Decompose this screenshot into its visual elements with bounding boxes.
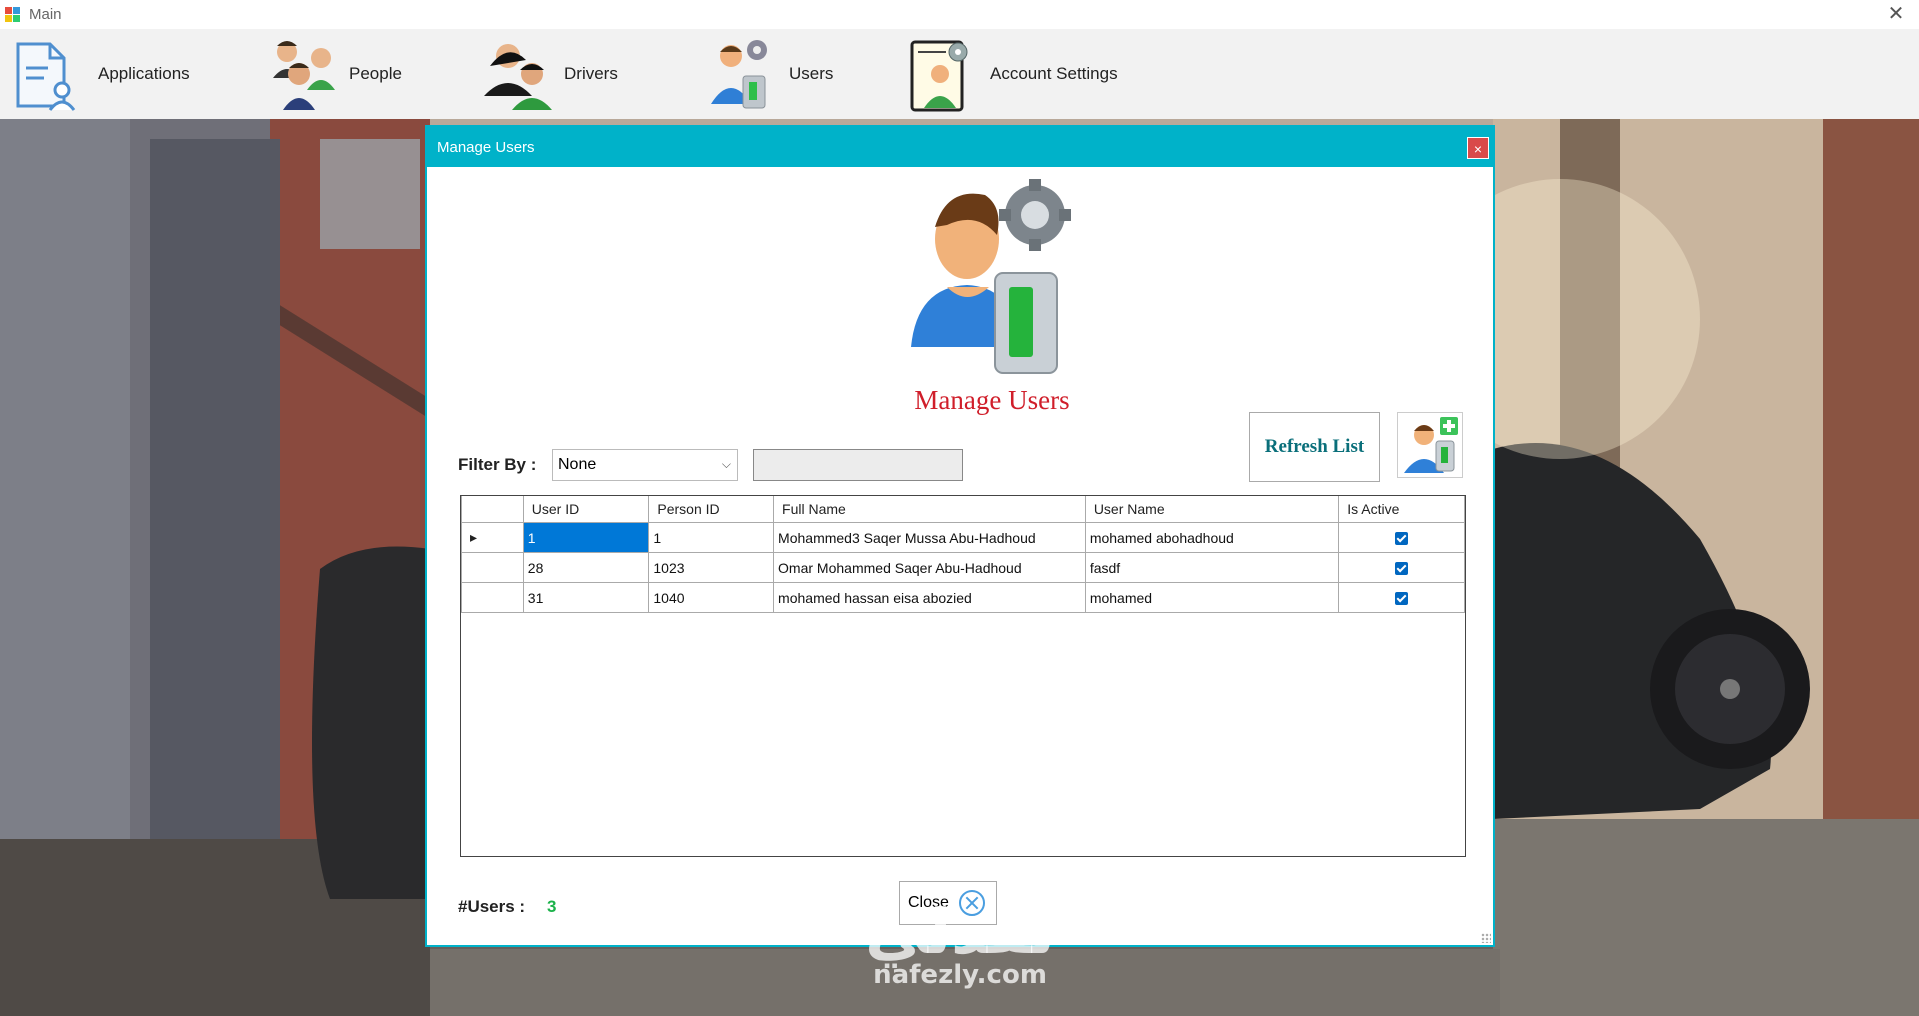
account-settings-icon [906, 34, 978, 114]
cell-person-id[interactable]: 1040 [648, 582, 775, 613]
cell-user-id[interactable]: 31 [522, 582, 650, 613]
row-header[interactable] [461, 582, 524, 613]
filter-label: Filter By : [458, 455, 537, 474]
table-row[interactable]: 31 1040 mohamed hassan eisa abozied moha… [461, 582, 1465, 613]
is-active-checkbox[interactable] [1395, 562, 1409, 576]
filter-by-select[interactable]: None ⌵ [552, 449, 738, 481]
is-active-checkbox[interactable] [1395, 592, 1409, 606]
cell-is-active[interactable] [1338, 582, 1465, 613]
users-grid[interactable]: User ID Person ID Full Name User Name Is… [460, 495, 1466, 857]
main-menubar: Applications People Drivers Users Accoun… [0, 29, 1919, 119]
is-active-checkbox[interactable] [1395, 532, 1409, 546]
menu-label-drivers: Drivers [564, 64, 618, 83]
menu-label-users: Users [789, 64, 834, 83]
window-title: Main [29, 6, 62, 23]
app-icon [5, 6, 21, 23]
cell-user-name[interactable]: mohamed abohadhoud [1084, 522, 1340, 553]
cell-full-name[interactable]: Omar Mohammed Saqer Abu-Hadhoud [773, 552, 1086, 583]
resize-grip-icon[interactable] [1481, 933, 1491, 943]
cell-user-id[interactable]: 28 [522, 552, 650, 583]
menu-label-people: People [349, 64, 402, 83]
row-header[interactable] [461, 552, 524, 583]
page-heading: Manage Users [914, 385, 1070, 415]
people-group-icon [265, 34, 337, 114]
cell-full-name[interactable]: mohamed hassan eisa abozied [773, 582, 1086, 613]
add-user-icon [1404, 417, 1458, 473]
column-header-full-name[interactable]: Full Name [773, 496, 1086, 523]
menu-label-account-settings: Account Settings [990, 64, 1118, 83]
dialog-titlebar: Manage Users [427, 127, 1493, 167]
menu-label-applications: Applications [98, 64, 190, 83]
cell-user-name[interactable]: mohamed [1084, 582, 1340, 613]
watermark-logo: نفذلي nafezly.com [845, 895, 1075, 991]
cell-is-active[interactable] [1338, 522, 1465, 553]
table-row[interactable]: ▸ 1 1 Mohammed3 Saqer Mussa Abu-Hadhoud … [461, 522, 1465, 553]
table-row[interactable]: 28 1023 Omar Mohammed Saqer Abu-Hadhoud … [461, 552, 1465, 583]
filter-selected-value: None [558, 456, 597, 473]
refresh-list-button[interactable]: Refresh List [1249, 412, 1380, 482]
chevron-down-icon: ⌵ [721, 457, 731, 471]
manage-users-illustration-icon [907, 177, 1077, 377]
users-count-label: #Users : [458, 897, 526, 916]
row-header-corner [461, 496, 524, 523]
column-header-user-id[interactable]: User ID [522, 496, 650, 523]
watermark-arabic: نفذلي [865, 895, 1055, 968]
window-close-icon[interactable]: ✕ [1885, 3, 1907, 25]
menu-item-drivers[interactable]: Drivers [480, 29, 618, 119]
cell-user-id[interactable]: 1 [522, 522, 650, 553]
dialog-title: Manage Users [437, 138, 535, 156]
manage-users-dialog: Manage Users × Manage Users Filter By : … [427, 127, 1493, 945]
users-count-value: 3 [547, 897, 557, 916]
user-settings-icon [705, 34, 777, 114]
users-table: User ID Person ID Full Name User Name Is… [461, 496, 1465, 613]
current-row-indicator-icon[interactable]: ▸ [461, 522, 524, 553]
document-user-icon [14, 34, 86, 114]
dialog-close-icon[interactable]: × [1467, 137, 1489, 159]
cell-person-id[interactable]: 1023 [648, 552, 775, 583]
filter-text-input[interactable] [753, 449, 963, 481]
drivers-icon [480, 34, 552, 114]
column-header-person-id[interactable]: Person ID [648, 496, 775, 523]
menu-item-people[interactable]: People [265, 29, 402, 119]
watermark-latin: nafezly.com [873, 960, 1047, 990]
column-header-is-active[interactable]: Is Active [1338, 496, 1465, 523]
add-user-button[interactable] [1397, 412, 1463, 478]
window-titlebar: Main ✕ [0, 0, 1919, 29]
cell-is-active[interactable] [1338, 552, 1465, 583]
menu-item-applications[interactable]: Applications [14, 29, 190, 119]
menu-item-account-settings[interactable]: Account Settings [906, 29, 1118, 119]
column-header-user-name[interactable]: User Name [1084, 496, 1340, 523]
grid-header-row: User ID Person ID Full Name User Name Is… [461, 496, 1465, 523]
cell-full-name[interactable]: Mohammed3 Saqer Mussa Abu-Hadhoud [773, 522, 1086, 553]
cell-user-name[interactable]: fasdf [1084, 552, 1340, 583]
cell-person-id[interactable]: 1 [648, 522, 775, 553]
menu-item-users[interactable]: Users [705, 29, 833, 119]
